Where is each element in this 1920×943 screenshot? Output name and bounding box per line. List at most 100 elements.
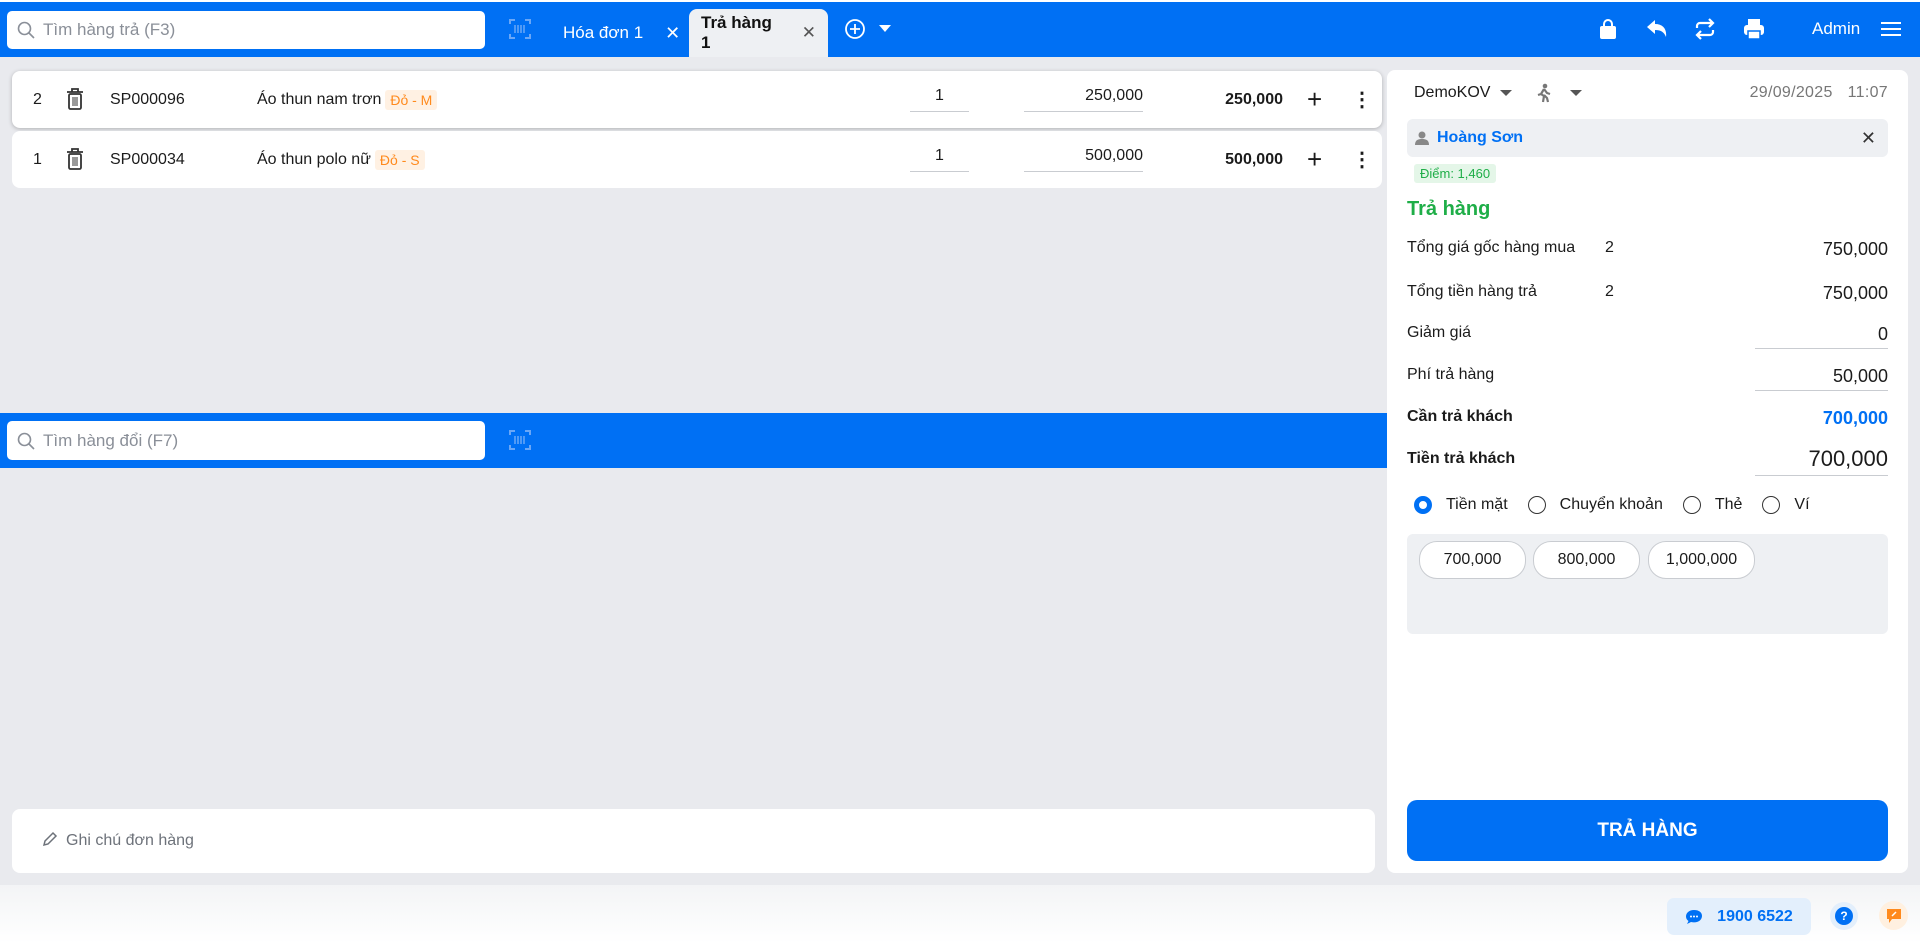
points-badge: Điểm: 1,460: [1414, 164, 1497, 183]
radio-label: Chuyển khoản: [1559, 496, 1663, 513]
plus-icon[interactable]: +: [1307, 144, 1322, 175]
more-icon[interactable]: ⋮: [1352, 147, 1372, 172]
quantity-input[interactable]: 1: [910, 87, 969, 112]
variant-tag: Đỏ - M: [385, 89, 438, 110]
barcode-icon[interactable]: [505, 14, 535, 44]
trash-icon[interactable]: [66, 148, 84, 175]
payment-methods: Tiền mặt Chuyển khoản Thẻ Ví: [1414, 496, 1830, 514]
product-name: Áo thun polo nữ: [257, 150, 371, 168]
search-placeholder: Tìm hàng trả (F3): [43, 20, 176, 39]
tab-label: Trả hàng 1: [701, 13, 772, 52]
search-icon: [17, 21, 35, 39]
summary-row: Giảm giá 0: [1407, 324, 1888, 349]
pencil-icon: [42, 831, 58, 852]
branch-select[interactable]: DemoKOV: [1414, 84, 1513, 102]
exchange-search-input[interactable]: Tìm hàng đổi (F7): [7, 421, 485, 460]
paid-amount-input[interactable]: 700,000: [1755, 446, 1888, 476]
line-total: 500,000: [1225, 150, 1283, 168]
help-icon[interactable]: ?: [1830, 902, 1858, 930]
customer-name[interactable]: Hoàng Sơn: [1437, 129, 1523, 147]
section-title: Trả hàng: [1407, 198, 1491, 220]
trash-icon[interactable]: [66, 88, 84, 115]
radio-card[interactable]: [1682, 496, 1701, 514]
row-label: Tổng giá gốc hàng mua: [1407, 239, 1576, 256]
row-label: Cần trả khách: [1407, 408, 1513, 425]
seller-select[interactable]: [1536, 83, 1582, 108]
row-label: Tiền trả khách: [1407, 450, 1516, 467]
row-count: 2: [1605, 239, 1614, 256]
quick-amount-button[interactable]: 700,000: [1419, 541, 1526, 579]
close-icon[interactable]: ✕: [665, 23, 680, 44]
row-index: 2: [33, 90, 42, 108]
summary-row: Tiền trả khách 700,000: [1407, 446, 1888, 476]
date: 29/09/2025: [1749, 84, 1833, 101]
plus-icon[interactable]: +: [1307, 84, 1322, 115]
line-total: 250,000: [1225, 90, 1283, 108]
user-icon: [1415, 131, 1429, 145]
more-icon[interactable]: ⋮: [1352, 87, 1372, 112]
tab-hoa-don-1[interactable]: Hóa đơn 1 ✕: [563, 9, 680, 57]
hotline-button[interactable]: 1900 6522: [1667, 898, 1811, 935]
user-menu[interactable]: Admin: [1812, 19, 1860, 39]
amount-due: 700,000: [1822, 408, 1888, 428]
return-search-input[interactable]: Tìm hàng trả (F3): [7, 11, 485, 49]
discount-input[interactable]: 0: [1755, 324, 1888, 349]
submit-return-button[interactable]: TRẢ HÀNG: [1407, 800, 1888, 861]
radio-wallet[interactable]: [1762, 496, 1781, 514]
price-input[interactable]: 250,000: [1024, 87, 1143, 112]
row-count: 2: [1605, 283, 1614, 300]
row-label: Tổng tiền hàng trả: [1407, 283, 1537, 300]
footer: [0, 885, 1920, 943]
close-icon[interactable]: ✕: [1861, 128, 1876, 149]
chevron-down-icon[interactable]: [870, 14, 900, 44]
quantity-input[interactable]: 1: [910, 147, 969, 172]
menu-icon[interactable]: [1876, 14, 1906, 44]
price-input[interactable]: 500,000: [1024, 147, 1143, 172]
chevron-down-icon: [1500, 89, 1513, 96]
tab-label: Hóa đơn 1: [563, 23, 644, 42]
print-icon[interactable]: [1739, 14, 1769, 44]
summary-row: Tổng tiền hàng trả 2 750,000: [1407, 283, 1888, 303]
feedback-icon[interactable]: [1879, 901, 1908, 930]
close-icon[interactable]: ✕: [802, 23, 816, 43]
row-label: Phí trả hàng: [1407, 366, 1495, 383]
undo-icon[interactable]: [1642, 14, 1672, 44]
radio-cash[interactable]: [1414, 496, 1432, 514]
hotline-number: 1900 6522: [1717, 907, 1793, 925]
customer-box[interactable]: Hoàng Sơn ✕: [1407, 119, 1888, 157]
summary-row: Cần trả khách 700,000: [1407, 408, 1888, 428]
chevron-down-icon: [1570, 90, 1582, 96]
note-placeholder: Ghi chú đơn hàng: [66, 832, 194, 849]
order-note-input[interactable]: Ghi chú đơn hàng: [12, 809, 1375, 873]
product-name: Áo thun nam trơn: [257, 90, 382, 108]
return-fee-input[interactable]: 50,000: [1755, 366, 1888, 391]
table-row[interactable]: 1 SP000034 Áo thun polo nữ Đỏ - S 1 500,0…: [12, 131, 1382, 188]
radio-label: Ví: [1794, 496, 1810, 513]
branch-name: DemoKOV: [1414, 84, 1491, 101]
walking-person-icon: [1537, 83, 1551, 103]
row-value: 750,000: [1822, 239, 1888, 259]
time: 11:07: [1847, 84, 1888, 101]
radio-label: Tiền mặt: [1446, 496, 1508, 513]
barcode-icon[interactable]: [505, 425, 535, 455]
summary-row: Phí trả hàng 50,000: [1407, 366, 1888, 391]
radio-transfer[interactable]: [1527, 496, 1546, 514]
product-code: SP000096: [110, 90, 185, 108]
add-tab-icon[interactable]: [840, 14, 870, 44]
datetime: 29/09/2025 11:07: [1750, 84, 1888, 102]
row-index: 1: [33, 150, 42, 168]
tab-tra-hang-1[interactable]: Trả hàng 1 ✕: [689, 9, 828, 57]
quick-amount-button[interactable]: 1,000,000: [1648, 541, 1755, 579]
table-row[interactable]: 2 SP000096 Áo thun nam trơn Đỏ - M 1 250,…: [12, 71, 1382, 128]
swap-icon[interactable]: [1690, 14, 1720, 44]
chat-icon: [1686, 909, 1703, 924]
radio-label: Thẻ: [1714, 496, 1743, 513]
variant-tag: Đỏ - S: [374, 149, 425, 170]
shopping-bag-icon[interactable]: [1593, 14, 1623, 44]
search-placeholder: Tìm hàng đổi (F7): [43, 430, 179, 450]
product-code: SP000034: [110, 150, 185, 168]
quick-amount-button[interactable]: 800,000: [1533, 541, 1640, 579]
search-icon: [17, 432, 35, 450]
row-value: 750,000: [1822, 283, 1888, 303]
row-label: Giảm giá: [1407, 324, 1472, 341]
